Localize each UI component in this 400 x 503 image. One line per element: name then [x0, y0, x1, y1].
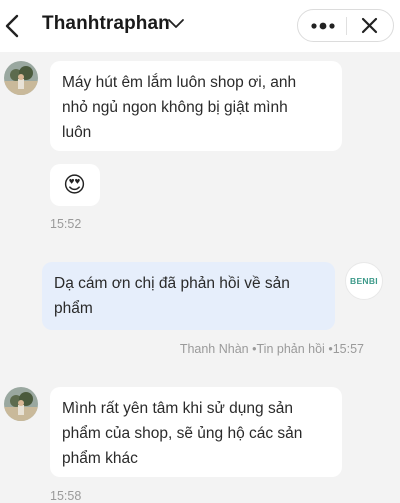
reply-meta: Thanh Nhàn •Tin phản hồi •15:57	[180, 342, 364, 356]
reply-status: Tin phản hồi	[256, 342, 325, 356]
timestamp: 15:58	[50, 489, 82, 503]
message-line: Dạ cám ơn chị đã phản hồi về sản	[54, 275, 290, 292]
message-bubble[interactable]: Mình rất yên tâm khi sử dụng sản phẩm củ…	[50, 387, 342, 477]
close-icon[interactable]	[347, 10, 394, 41]
brand-logo-text: BENBI	[350, 276, 378, 286]
message-line: luôn	[62, 124, 92, 141]
message-line: Mình rất yên tâm khi sử dụng sản	[62, 400, 293, 417]
heart-eyes-emoji: 😍	[63, 172, 86, 197]
emoji-bubble[interactable]: 😍	[50, 164, 100, 206]
message-line: Máy hút êm lắm luôn shop ơi, anh	[62, 74, 297, 91]
header-capsule	[297, 9, 394, 42]
message-line: phẩm	[54, 300, 93, 317]
reply-bubble[interactable]: Dạ cám ơn chị đã phản hồi về sản phẩm	[42, 262, 335, 330]
more-icon[interactable]	[298, 10, 346, 41]
message-bubble[interactable]: Máy hút êm lắm luôn shop ơi, anh nhỏ ngủ…	[50, 61, 342, 151]
chat-header: Thanhtraphan	[0, 0, 400, 52]
chevron-down-icon[interactable]	[167, 17, 185, 31]
chat-title[interactable]: Thanhtraphan	[42, 13, 170, 35]
avatar[interactable]	[4, 61, 38, 95]
brand-logo[interactable]: BENBI	[345, 262, 383, 300]
back-arrow-icon[interactable]	[2, 12, 28, 40]
message-line: phẩm khác	[62, 450, 138, 467]
avatar[interactable]	[4, 387, 38, 421]
message-line: nhỏ ngủ ngon không bị giật mình	[62, 99, 288, 116]
message-line: phẩm của shop, sẽ ủng hộ các sản	[62, 425, 303, 442]
timestamp: 15:52	[50, 217, 82, 231]
sender-name: Thanh Nhàn	[179, 342, 249, 356]
timestamp: 15:57	[332, 342, 364, 356]
